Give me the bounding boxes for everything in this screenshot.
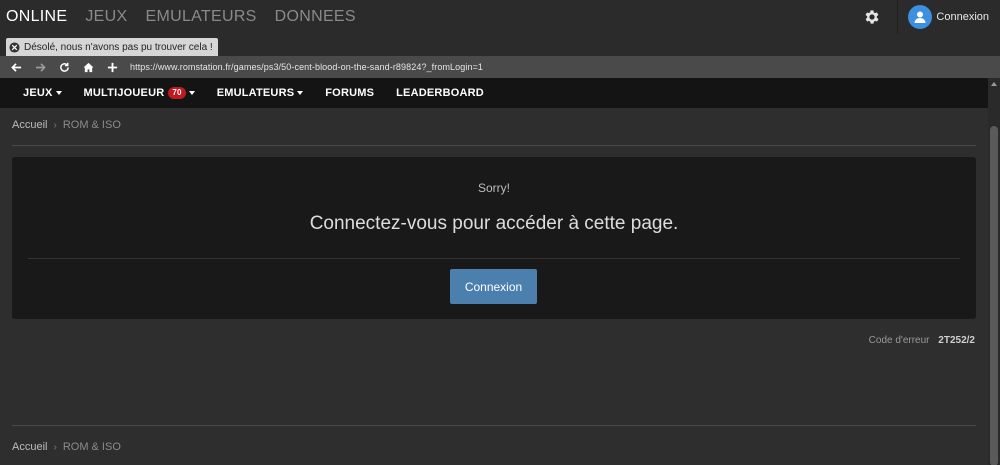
nav-emulateurs[interactable]: EMULATEURS	[217, 87, 304, 99]
panel-divider	[28, 258, 960, 259]
notification-badge: 70	[168, 87, 186, 99]
scroll-up-arrow-icon[interactable]	[991, 82, 997, 86]
site-favicon-icon	[9, 41, 20, 53]
connexion-button[interactable]: Connexion	[450, 269, 537, 304]
topbar-right: Connexion	[863, 0, 1000, 34]
breadcrumb-rom-iso[interactable]: ROM & ISO	[63, 119, 121, 131]
divider-bottom	[12, 425, 976, 426]
browser-tab[interactable]: Désolé, nous n'avons pas pu trouver cela…	[6, 38, 218, 56]
topbar-divider	[897, 0, 899, 34]
address-bar: https://www.romstation.fr/games/ps3/50-c…	[0, 56, 1000, 78]
user-silhouette-icon	[914, 11, 926, 23]
forward-arrow-icon[interactable]	[34, 61, 46, 73]
tab-online[interactable]: ONLINE	[6, 8, 67, 26]
login-required-panel: Sorry! Connectez-vous pour accéder à cet…	[12, 157, 976, 319]
tab-emulateurs[interactable]: EMULATEURS	[145, 8, 256, 26]
home-icon[interactable]	[82, 61, 94, 73]
scrollbar-thumb[interactable]	[990, 126, 998, 465]
caret-down-icon	[55, 91, 62, 95]
caret-down-icon	[188, 91, 195, 95]
nav-jeux[interactable]: JEUX	[23, 87, 62, 99]
app-topbar: ONLINE JEUX EMULATEURS DONNEES Connexion	[0, 0, 1000, 34]
error-code: Code d'erreur 2T252/2	[869, 335, 975, 346]
site-nav: JEUX MULTIJOUEUR 70 EMULATEURS FORUMS LE…	[0, 78, 988, 108]
divider	[12, 145, 976, 146]
chevron-right-icon: ›	[53, 441, 57, 453]
page-scrollbar[interactable]	[988, 78, 1000, 465]
main-nav: ONLINE JEUX EMULATEURS DONNEES	[0, 0, 374, 34]
tab-jeux[interactable]: JEUX	[85, 8, 127, 26]
login-required-message: Connectez-vous pour accéder à cette page…	[309, 213, 679, 234]
user-icon[interactable]	[908, 5, 933, 29]
breadcrumb: Accueil › ROM & ISO	[12, 119, 121, 131]
breadcrumb-home[interactable]: Accueil	[12, 119, 47, 131]
breadcrumb-rom-iso[interactable]: ROM & ISO	[63, 441, 121, 453]
caret-down-icon	[297, 91, 304, 95]
browser-tabstrip: Désolé, nous n'avons pas pu trouver cela…	[0, 34, 1000, 56]
login-link[interactable]: Connexion	[936, 11, 989, 23]
error-code-value: 2T252/2	[938, 335, 975, 346]
nav-forums[interactable]: FORUMS	[325, 87, 374, 99]
breadcrumb-bottom: Accueil › ROM & ISO	[12, 441, 121, 453]
tab-donnees[interactable]: DONNEES	[275, 8, 356, 26]
reload-icon[interactable]	[58, 61, 70, 73]
browser-tab-title: Désolé, nous n'avons pas pu trouver cela…	[24, 41, 213, 53]
url-field[interactable]: https://www.romstation.fr/games/ps3/50-c…	[130, 62, 483, 72]
back-arrow-icon[interactable]	[10, 61, 22, 73]
new-tab-icon[interactable]	[106, 61, 118, 73]
sorry-text: Sorry!	[477, 181, 510, 195]
nav-multijoueur[interactable]: MULTIJOUEUR 70	[84, 87, 195, 99]
error-code-label: Code d'erreur	[868, 335, 930, 346]
nav-leaderboard[interactable]: LEADERBOARD	[396, 87, 484, 99]
breadcrumb-home[interactable]: Accueil	[12, 441, 47, 453]
chevron-right-icon: ›	[53, 119, 57, 131]
gear-icon[interactable]	[863, 8, 881, 26]
